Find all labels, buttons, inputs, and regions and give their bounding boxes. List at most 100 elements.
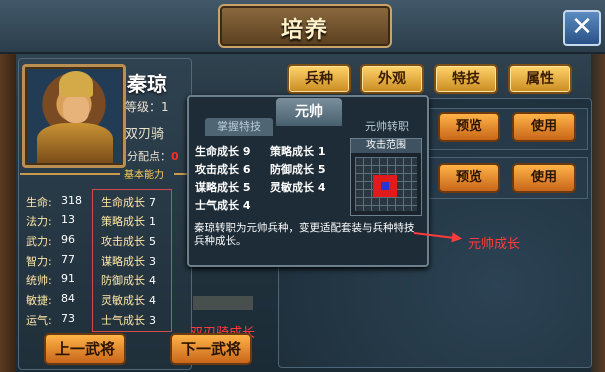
next-hero-button[interactable]: 下一武将 bbox=[170, 333, 252, 365]
growth-value: 4 bbox=[149, 274, 156, 287]
allocation-points: 分配点：0 bbox=[127, 148, 179, 164]
stat-row: 法力: 13 bbox=[26, 213, 75, 229]
divider-right bbox=[174, 173, 188, 175]
stat-value: 73 bbox=[61, 312, 75, 325]
window-title: 培养 bbox=[280, 18, 329, 43]
outer-frame-right bbox=[591, 0, 605, 372]
title-plate: 培养 bbox=[218, 4, 392, 48]
preview-button[interactable]: 预览 bbox=[438, 112, 500, 142]
growth-row: 士气成长 3 bbox=[101, 312, 156, 328]
unit-position-marker bbox=[381, 182, 389, 190]
tab-mastered-skills[interactable]: 掌握特技 bbox=[205, 118, 273, 136]
divider-left bbox=[20, 173, 120, 175]
growth-label: 防御成长 bbox=[101, 274, 145, 287]
stat-label: 运气: bbox=[26, 314, 52, 327]
tooltip-growth-label: 生命成长 bbox=[195, 145, 239, 158]
growth-row: 生命成长 7 bbox=[101, 194, 156, 210]
stat-label: 生命: bbox=[26, 196, 52, 209]
use-button[interactable]: 使用 bbox=[512, 163, 576, 193]
tooltip-growth-label: 谋略成长 bbox=[195, 181, 239, 194]
stat-row: 武力: 96 bbox=[26, 233, 75, 249]
stat-label: 敏捷: bbox=[26, 294, 52, 307]
tooltip-growth: 防御成长 5 bbox=[270, 161, 326, 177]
portrait-face bbox=[63, 95, 89, 123]
stat-label: 智力: bbox=[26, 255, 52, 268]
hero-class: 双刃骑 bbox=[125, 127, 165, 142]
tooltip-growth-label: 防御成长 bbox=[270, 163, 314, 176]
stat-row: 统帅: 91 bbox=[26, 272, 75, 288]
tooltip-growth: 生命成长 9 bbox=[195, 143, 251, 159]
stat-label: 统帅: bbox=[26, 274, 52, 287]
tooltip-growth: 攻击成长 6 bbox=[195, 161, 251, 177]
growth-value: 5 bbox=[149, 235, 156, 248]
tooltip-growth: 士气成长 4 bbox=[195, 197, 251, 213]
attack-range-title: 攻击范围 bbox=[351, 139, 421, 153]
growth-row: 灵敏成长 4 bbox=[101, 292, 156, 308]
points-value: 0 bbox=[171, 150, 179, 163]
tab-appearance[interactable]: 外观 bbox=[360, 64, 424, 94]
points-label: 分配点： bbox=[127, 150, 171, 163]
portrait-armor bbox=[37, 123, 113, 163]
portrait-helmet-icon bbox=[59, 71, 93, 97]
outer-frame-left bbox=[0, 0, 16, 372]
close-button[interactable]: ✕ bbox=[563, 10, 601, 46]
tooltip-growth-value: 9 bbox=[242, 145, 251, 158]
growth-label: 灵敏成长 bbox=[101, 294, 145, 307]
stat-label: 法力: bbox=[26, 215, 52, 228]
tooltip-growth-label: 灵敏成长 bbox=[270, 181, 314, 194]
growth-row: 策略成长 1 bbox=[101, 213, 156, 229]
stat-value: 13 bbox=[61, 213, 75, 226]
base-ability-label: 基本能力 bbox=[124, 170, 164, 181]
attack-range-box: 攻击范围 bbox=[350, 138, 422, 216]
stat-value: 96 bbox=[61, 233, 75, 246]
stat-value: 77 bbox=[61, 253, 75, 266]
growth-value: 4 bbox=[149, 294, 156, 307]
growth-label: 谋略成长 bbox=[101, 255, 145, 268]
tooltip-title: 元帅 bbox=[276, 98, 342, 126]
annotation-label: 元帅成长 bbox=[468, 237, 521, 252]
tooltip-growth-value: 1 bbox=[317, 145, 326, 158]
growth-label: 士气成长 bbox=[101, 314, 145, 327]
growth-value: 3 bbox=[149, 314, 156, 327]
game-window: 培养 ✕ 秦琼 等级：1 双刃骑 分配点：0 基本能力 生命: 318 法力: 13… bbox=[0, 0, 605, 372]
annotation-arrow-head bbox=[451, 232, 463, 244]
prev-hero-button[interactable]: 上一武将 bbox=[44, 333, 126, 365]
stat-value: 91 bbox=[61, 272, 75, 285]
base-ability-header: 基本能力 bbox=[20, 166, 188, 181]
background-emblem bbox=[193, 296, 253, 310]
growth-value: 3 bbox=[149, 255, 156, 268]
title-bar: 培养 ✕ bbox=[0, 0, 605, 54]
tooltip-growth: 谋略成长 5 bbox=[195, 179, 251, 195]
stat-row: 运气: 73 bbox=[26, 312, 75, 328]
preview-button[interactable]: 预览 bbox=[438, 163, 500, 193]
tooltip-growth-label: 攻击成长 bbox=[195, 163, 239, 176]
tab-troop-type[interactable]: 兵种 bbox=[287, 64, 351, 94]
hero-name: 秦琼 bbox=[127, 72, 167, 96]
growth-label: 攻击成长 bbox=[101, 235, 145, 248]
tooltip-growth-value: 4 bbox=[242, 199, 251, 212]
tooltip-growth: 策略成长 1 bbox=[270, 143, 326, 159]
tooltip-growth-value: 6 bbox=[242, 163, 251, 176]
growth-label: 策略成长 bbox=[101, 215, 145, 228]
tab-attributes[interactable]: 属性 bbox=[508, 64, 572, 94]
growth-row: 防御成长 4 bbox=[101, 272, 156, 288]
hero-portrait bbox=[22, 64, 126, 168]
tooltip-growth-value: 4 bbox=[317, 181, 326, 194]
stat-value: 84 bbox=[61, 292, 75, 305]
use-button[interactable]: 使用 bbox=[512, 112, 576, 142]
growth-value: 7 bbox=[149, 196, 156, 209]
stat-value: 318 bbox=[61, 194, 82, 207]
stat-row: 生命: 318 bbox=[26, 194, 82, 210]
tooltip-growth-value: 5 bbox=[242, 181, 251, 194]
tooltip-growth-value: 5 bbox=[317, 163, 326, 176]
growth-row: 谋略成长 3 bbox=[101, 253, 156, 269]
tooltip-growth-label: 策略成长 bbox=[270, 145, 314, 158]
growth-row: 攻击成长 5 bbox=[101, 233, 156, 249]
tooltip-growth: 灵敏成长 4 bbox=[270, 179, 326, 195]
stat-label: 武力: bbox=[26, 235, 52, 248]
tab-marshal-transfer[interactable]: 元帅转职 bbox=[356, 118, 418, 136]
tab-skills[interactable]: 特技 bbox=[434, 64, 498, 94]
stat-row: 敏捷: 84 bbox=[26, 292, 75, 308]
growth-value: 1 bbox=[149, 215, 156, 228]
growth-label: 生命成长 bbox=[101, 196, 145, 209]
